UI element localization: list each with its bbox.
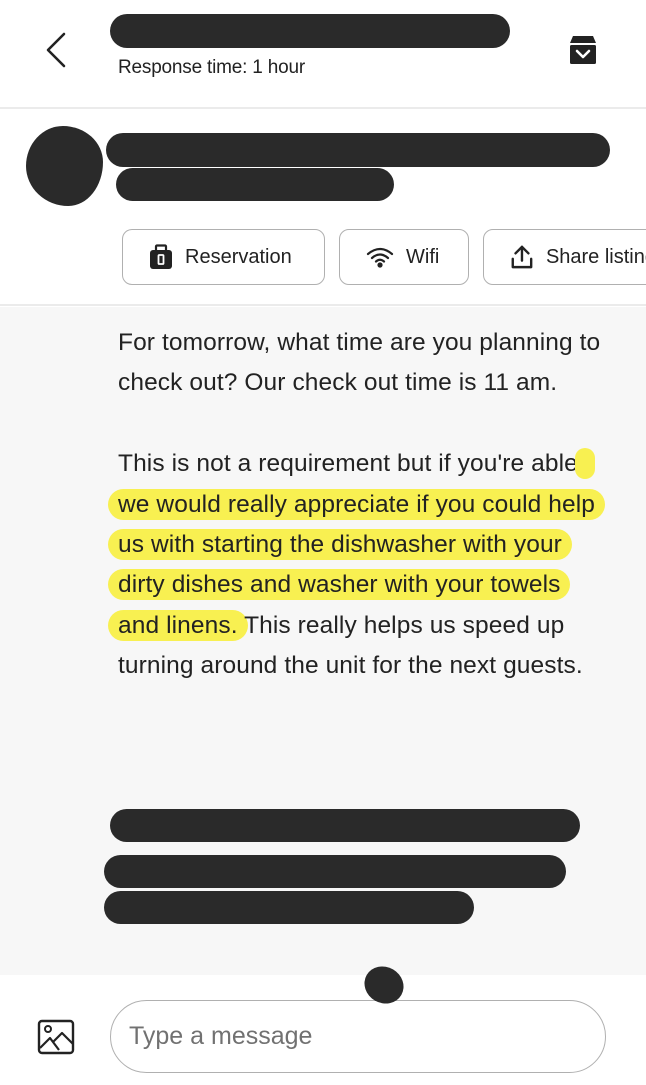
chevron-left-icon (46, 32, 66, 68)
response-time: Response time: 1 hour (118, 57, 305, 78)
wifi-chip[interactable]: Wifi (339, 229, 469, 285)
redacted-line-1 (110, 809, 580, 842)
archive-icon (570, 36, 596, 64)
message-input[interactable] (110, 1000, 606, 1073)
briefcase-icon (150, 244, 172, 269)
redacted-line-2 (104, 855, 566, 888)
wifi-icon (366, 247, 394, 268)
quick-actions: Reservation Wifi Share listing (122, 229, 646, 285)
message-composer (0, 959, 646, 1085)
host-name-redacted (110, 14, 510, 48)
share-icon (511, 245, 533, 269)
conversation-header: Response time: 1 hour (0, 0, 646, 109)
redacted-line-3 (104, 891, 474, 924)
add-photo-button[interactable] (37, 1019, 75, 1055)
back-button[interactable] (36, 28, 76, 72)
reservation-chip[interactable]: Reservation (122, 229, 325, 285)
message-text-before-highlight: This is not a requirement but if you're … (118, 450, 585, 478)
image-icon (37, 1019, 75, 1055)
message-paragraph-1: For tomorrow, what time are you planning… (118, 329, 601, 397)
reservation-label: Reservation (185, 245, 292, 268)
archive-button[interactable] (566, 34, 600, 66)
avatar (26, 126, 103, 206)
listing-name-redacted (106, 133, 610, 167)
listing-info: Reservation Wifi Share listing (0, 111, 646, 306)
message-paragraph-2: This is not a requirement but if you're … (108, 444, 608, 686)
host-message: For tomorrow, what time are you planning… (108, 323, 608, 687)
share-listing-label: Share listing (545, 245, 646, 268)
share-listing-chip[interactable]: Share listing (483, 229, 646, 285)
listing-details-redacted (116, 168, 394, 201)
message-thread[interactable]: For tomorrow, what time are you planning… (0, 307, 646, 975)
wifi-label: Wifi (406, 245, 440, 268)
